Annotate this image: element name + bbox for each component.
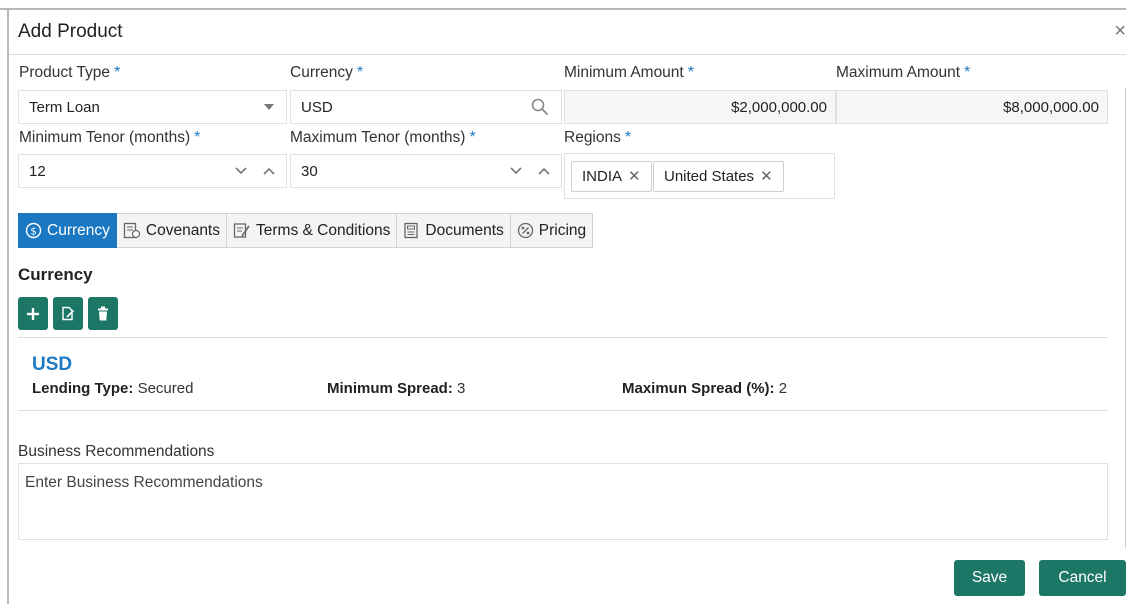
- region-tag: United States ✕: [653, 161, 784, 192]
- regions-multiselect[interactable]: INDIA ✕ United States ✕: [564, 153, 835, 199]
- product-type-select[interactable]: Term Loan: [18, 90, 287, 124]
- maximum-tenor-label: Maximum Tenor (months) *: [290, 129, 476, 146]
- required-marker: *: [356, 64, 364, 81]
- product-tabs: $ Currency Covenants Terms & Conditions …: [18, 213, 594, 248]
- required-marker: *: [687, 64, 694, 81]
- minimum-amount-label: Minimum Amount *: [564, 64, 694, 81]
- minimum-amount-value: $2,000,000.00: [731, 99, 827, 116]
- currency-record-code[interactable]: USD: [32, 354, 72, 376]
- required-marker: *: [624, 129, 632, 146]
- svg-text:$: $: [30, 226, 36, 237]
- tab-covenants[interactable]: Covenants: [116, 213, 227, 248]
- add-button[interactable]: [18, 297, 48, 330]
- stepper-controls: [497, 155, 561, 187]
- tab-documents[interactable]: Documents: [397, 213, 511, 248]
- currency-label: Currency *: [290, 64, 364, 81]
- required-marker: *: [964, 64, 971, 81]
- maximum-tenor-value: 30: [301, 163, 318, 180]
- edit-icon: [62, 306, 75, 321]
- minimum-spread: Minimum Spread: 3: [327, 380, 465, 397]
- remove-tag-icon[interactable]: ✕: [628, 168, 641, 185]
- region-tag-label: United States: [664, 168, 755, 185]
- tab-currency[interactable]: $ Currency: [18, 213, 117, 248]
- required-marker: *: [114, 64, 121, 81]
- maximum-amount-label: Maximum Amount *: [836, 64, 971, 81]
- chevron-down-icon[interactable]: [234, 164, 248, 178]
- region-tag-label: INDIA: [582, 168, 623, 185]
- stepper-controls: [222, 155, 286, 187]
- product-type-label: Product Type *: [19, 64, 121, 81]
- tab-label: Pricing: [538, 221, 587, 239]
- required-marker: *: [469, 129, 476, 146]
- delete-button[interactable]: [88, 297, 118, 330]
- maximum-spread-value: 2: [778, 380, 788, 397]
- search-icon[interactable]: [531, 98, 549, 116]
- region-tag: INDIA ✕: [571, 161, 652, 192]
- maximum-amount-value: $8,000,000.00: [1003, 99, 1099, 116]
- dropdown-arrow-icon: [264, 104, 274, 110]
- terms-icon: [233, 223, 250, 238]
- tab-label: Covenants: [145, 221, 220, 239]
- add-icon: [27, 307, 39, 320]
- business-recommendations-placeholder: Enter Business Recommendations: [25, 474, 263, 491]
- regions-label: Regions *: [564, 129, 632, 146]
- minimum-tenor-label: Minimum Tenor (months) *: [19, 129, 201, 146]
- business-recommendations-label: Business Recommendations: [18, 443, 215, 460]
- minimum-tenor-value: 12: [29, 163, 46, 180]
- divider: [18, 410, 1108, 411]
- required-marker: *: [194, 129, 201, 146]
- minimum-spread-value: 3: [457, 380, 466, 397]
- close-icon[interactable]: ×: [1114, 20, 1126, 43]
- dollar-circle-icon: $: [25, 222, 42, 239]
- dialog-title: Add Product: [18, 21, 123, 42]
- tab-label: Terms & Conditions: [256, 221, 391, 239]
- maximum-tenor-stepper[interactable]: 30: [290, 154, 562, 188]
- minimum-amount-field[interactable]: $2,000,000.00: [564, 90, 836, 124]
- dialog-header: Add Product ×: [9, 10, 1126, 55]
- dialog-left-border: [7, 9, 9, 604]
- delete-icon: [98, 306, 108, 321]
- maximum-spread-label: Maximun Spread (%):: [622, 380, 775, 397]
- save-button[interactable]: Save: [954, 560, 1025, 596]
- minimum-spread-label: Minimum Spread:: [327, 380, 453, 397]
- lending-type: Lending Type: Secured: [32, 380, 193, 397]
- maximum-spread: Maximun Spread (%): 2: [622, 380, 787, 397]
- divider: [18, 337, 1108, 338]
- product-type-value: Term Loan: [29, 99, 100, 116]
- documents-icon: [404, 222, 419, 239]
- chevron-down-icon[interactable]: [509, 164, 523, 178]
- maximum-amount-field[interactable]: $8,000,000.00: [836, 90, 1108, 124]
- minimum-tenor-stepper[interactable]: 12: [18, 154, 287, 188]
- currency-input[interactable]: USD: [290, 90, 562, 124]
- edit-button[interactable]: [53, 297, 83, 330]
- business-recommendations-textarea[interactable]: Enter Business Recommendations: [18, 463, 1108, 540]
- remove-tag-icon[interactable]: ✕: [760, 168, 773, 185]
- chevron-up-icon[interactable]: [262, 164, 276, 178]
- section-title: Currency: [18, 265, 93, 284]
- tab-label: Documents: [425, 221, 504, 239]
- lending-type-label: Lending Type:: [32, 380, 134, 397]
- covenants-icon: [123, 222, 140, 239]
- lending-type-value: Secured: [137, 380, 194, 397]
- currency-value: USD: [301, 99, 333, 116]
- chevron-up-icon[interactable]: [537, 164, 551, 178]
- tab-pricing[interactable]: Pricing: [510, 213, 594, 248]
- tab-label: Currency: [47, 221, 110, 239]
- pricing-icon: [517, 222, 533, 239]
- cancel-button[interactable]: Cancel: [1039, 560, 1126, 596]
- tab-terms-conditions[interactable]: Terms & Conditions: [227, 213, 398, 248]
